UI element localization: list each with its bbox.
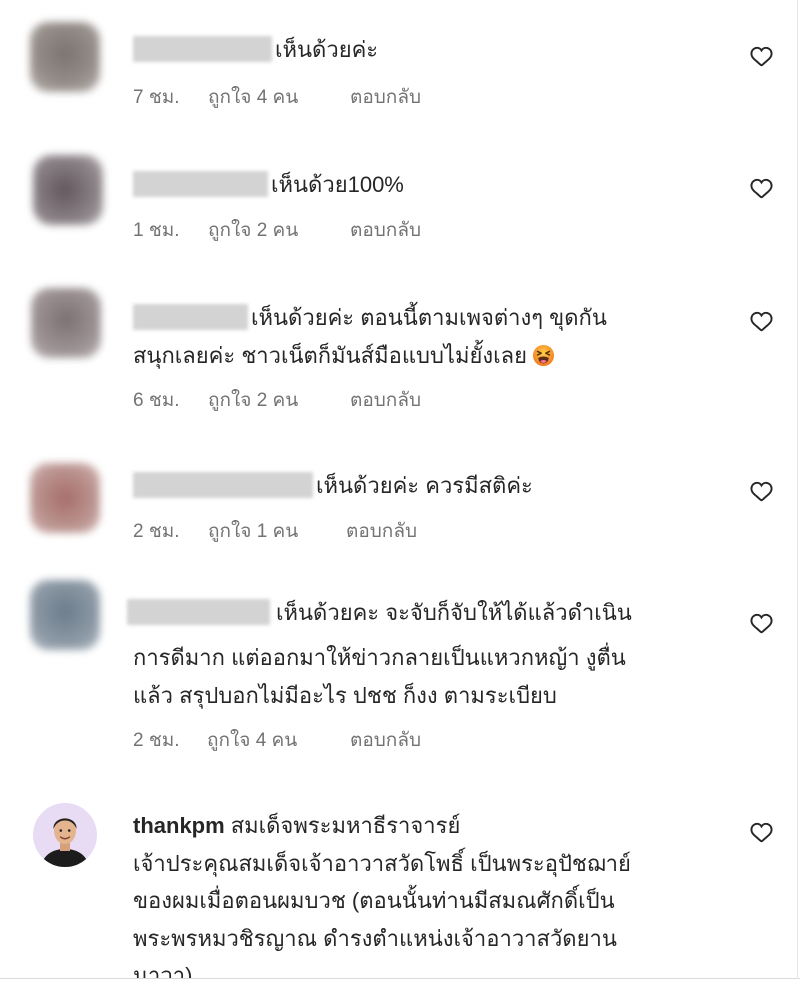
username-redacted[interactable]	[127, 599, 270, 626]
comment-time: 1 ชม.	[133, 219, 180, 241]
comment-text-line: thankpm สมเด็จพระมหาธีราจารย์	[133, 807, 733, 845]
likes-count[interactable]: ถูกใจ 2 คน	[208, 217, 298, 245]
comment-time: 7 ชม.	[133, 86, 180, 108]
heart-icon	[750, 178, 773, 199]
heart-icon	[750, 613, 773, 633]
comment-text: เห็นด้วยคะ จะจับก็จับให้ได้แล้วดำเนิน	[276, 600, 632, 625]
comment-text-line: สนุกเลยค่ะ ชาวเน็ตก็มันส์มือแบบไม่ยั้งเล…	[133, 337, 733, 375]
reply-button[interactable]: ตอบกลับ	[350, 84, 421, 112]
comment-body: เห็นด้วยค่ะ 7 ชม. ถูกใจ 4 คน ตอบกลับ	[133, 31, 733, 112]
comment-body: เห็นด้วย100% 1 ชม. ถูกใจ 2 คน ตอบกลับ	[133, 166, 733, 245]
reply-button[interactable]: ตอบกลับ	[350, 387, 421, 415]
comment-text-line: เห็นด้วยคะ จะจับก็จับให้ได้แล้วดำเนิน	[127, 594, 733, 632]
comment-text: สมเด็จพระมหาธีราจารย์	[230, 813, 461, 838]
reply-button[interactable]: ตอบกลับ	[350, 727, 421, 755]
comment-body: เห็นด้วยค่ะ ตอนนี้ตามเพจต่างๆ ขุดกัน สนุ…	[133, 299, 733, 415]
comment-text-line: นาวา)	[133, 957, 733, 979]
comment-text: เห็นด้วย100%	[271, 172, 404, 197]
comment-body: เห็นด้วยคะ จะจับก็จับให้ได้แล้วดำเนิน กา…	[127, 594, 733, 755]
likes-count[interactable]: ถูกใจ 4 คน	[207, 727, 297, 755]
comment-text-line: เห็นด้วยค่ะ ตอนนี้ตามเพจต่างๆ ขุดกัน	[133, 299, 733, 337]
like-button[interactable]	[750, 821, 773, 844]
comment-time: 2 ชม.	[133, 521, 180, 542]
comment-text: เห็นด้วยค่ะ	[275, 37, 379, 62]
comment-text-line: เห็นด้วย100%	[133, 166, 733, 204]
likes-count[interactable]: ถูกใจ 4 คน	[208, 84, 298, 112]
username-redacted[interactable]	[133, 304, 248, 331]
comment-text: เห็นด้วยค่ะ ควรมีสติค่ะ	[316, 473, 533, 498]
comment-text: เห็นด้วยค่ะ ตอนนี้ตามเพจต่างๆ ขุดกัน	[251, 305, 607, 330]
heart-icon	[750, 822, 773, 842]
avatar[interactable]	[30, 580, 100, 650]
avatar[interactable]	[31, 288, 101, 358]
comment-text: พระพรหมวชิรญาณ ดำรงตำแหน่งเจ้าอาวาสวัดยา…	[133, 925, 617, 951]
comment-meta: 6 ชม. ถูกใจ 2 คน ตอบกลับ	[133, 387, 733, 415]
like-button[interactable]	[750, 45, 773, 68]
comment-text: สนุกเลยค่ะ ชาวเน็ตก็มันส์มือแบบไม่ยั้งเล…	[133, 342, 528, 368]
avatar[interactable]	[30, 463, 100, 533]
like-button[interactable]	[750, 480, 773, 503]
avatar[interactable]	[30, 22, 100, 92]
comment-time: 2 ชม.	[133, 730, 180, 751]
tired-face-emoji	[532, 341, 555, 379]
username-link[interactable]: thankpm	[133, 813, 225, 838]
comments-panel: เห็นด้วยค่ะ 7 ชม. ถูกใจ 4 คน ตอบกลับ เห็…	[0, 0, 800, 988]
likes-count[interactable]: ถูกใจ 1 คน	[208, 518, 298, 546]
comments-list[interactable]: เห็นด้วยค่ะ 7 ชม. ถูกใจ 4 คน ตอบกลับ เห็…	[0, 0, 800, 979]
panel-right-border	[797, 0, 798, 979]
comment-text-line: เห็นด้วยค่ะ ควรมีสติค่ะ	[133, 467, 733, 505]
reply-button[interactable]: ตอบกลับ	[346, 518, 417, 546]
profile-photo	[33, 803, 97, 867]
comment-text: การดีมาก แต่ออกมาให้ข่าวกลายเป็นแหวกหญ้า…	[133, 645, 626, 670]
comment-text-line: เห็นด้วยค่ะ	[133, 31, 733, 69]
comment-time: 6 ชม.	[133, 390, 180, 411]
avatar[interactable]	[33, 155, 103, 225]
comment-text-line: เจ้าประคุณสมเด็จเจ้าอาวาสวัดโพธิ์ เป็นพร…	[133, 845, 733, 883]
username-redacted[interactable]	[133, 171, 268, 198]
heart-icon	[750, 311, 773, 332]
comment-meta: 7 ชม. ถูกใจ 4 คน ตอบกลับ	[133, 84, 733, 112]
comment-text: ของผมเมื่อตอนผมบวช (ตอนนั้นท่านมีสมณศักด…	[133, 888, 615, 913]
comment-text-line: พระพรหมวชิรญาณ ดำรงตำแหน่งเจ้าอาวาสวัดยา…	[133, 920, 733, 958]
comment-meta: 2 ชม. ถูกใจ 4 คน ตอบกลับ	[133, 727, 733, 755]
comment-body: thankpm สมเด็จพระมหาธีราจารย์ เจ้าประคุณส…	[133, 807, 733, 979]
comment-meta: 2 ชม. ถูกใจ 1 คน ตอบกลับ	[133, 518, 733, 546]
heart-icon	[750, 46, 773, 67]
username-redacted[interactable]	[133, 472, 313, 499]
comment-text: แล้ว สรุปบอกไม่มีอะไร ปชช ก็งง ตามระเบีย…	[133, 682, 557, 708]
comment-text: นาวา)	[133, 963, 193, 979]
reply-button[interactable]: ตอบกลับ	[350, 217, 421, 245]
comment-text-line: แล้ว สรุปบอกไม่มีอะไร ปชช ก็งง ตามระเบีย…	[133, 677, 733, 715]
heart-icon	[750, 481, 773, 501]
comment-meta: 1 ชม. ถูกใจ 2 คน ตอบกลับ	[133, 217, 733, 245]
comment-text-line: ของผมเมื่อตอนผมบวช (ตอนนั้นท่านมีสมณศักด…	[133, 882, 733, 920]
like-button[interactable]	[750, 310, 773, 333]
likes-count[interactable]: ถูกใจ 2 คน	[208, 387, 298, 415]
like-button[interactable]	[750, 612, 773, 635]
comment-body: เห็นด้วยค่ะ ควรมีสติค่ะ 2 ชม. ถูกใจ 1 คน…	[133, 467, 733, 546]
avatar[interactable]	[33, 803, 97, 867]
comment-text: เจ้าประคุณสมเด็จเจ้าอาวาสวัดโพธิ์ เป็นพร…	[133, 850, 631, 876]
comment-text-line: การดีมาก แต่ออกมาให้ข่าวกลายเป็นแหวกหญ้า…	[133, 639, 733, 677]
like-button[interactable]	[750, 177, 773, 200]
username-redacted[interactable]	[133, 36, 272, 63]
